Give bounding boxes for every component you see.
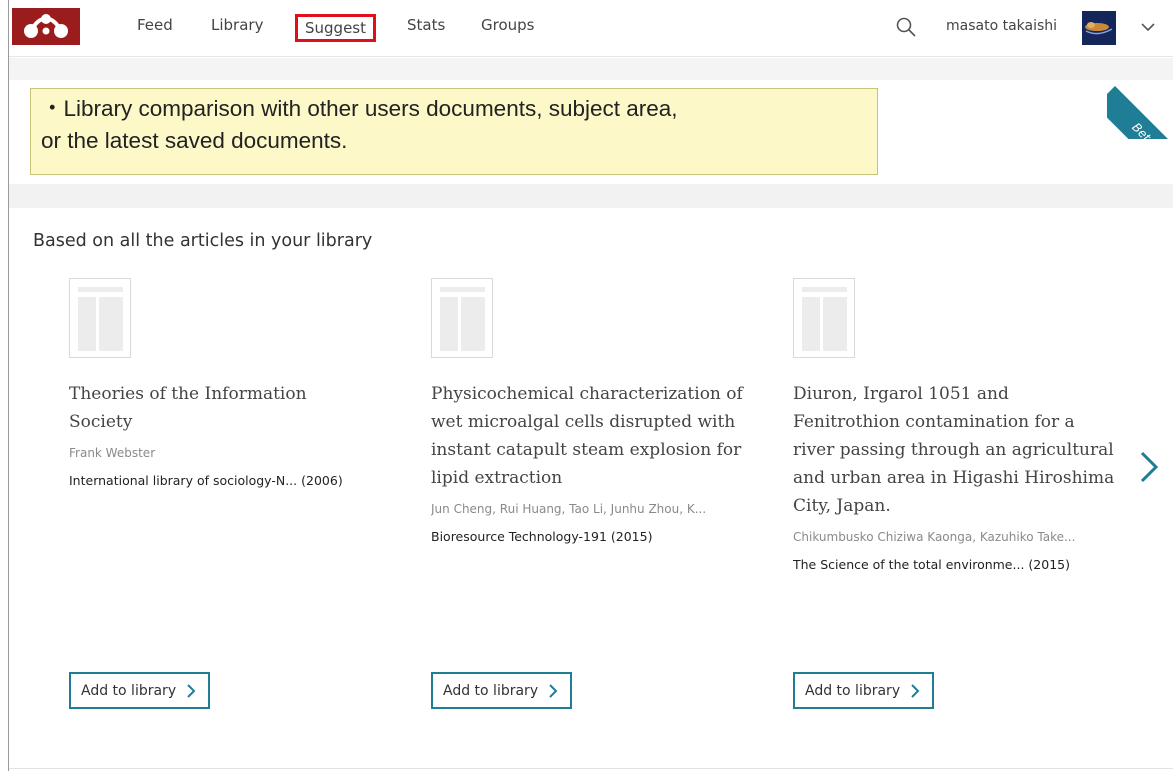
card-title[interactable]: Physicochemical characterization of wet … [431,380,767,492]
app-frame: Feed Library Suggest Stats Groups masato… [8,0,1173,771]
suggestion-card: Physicochemical characterization of wet … [431,278,771,718]
card-year: (2006) [301,473,343,488]
chevron-right-icon [187,683,196,698]
section-divider [9,184,1173,208]
document-thumbnail-icon[interactable] [793,278,855,358]
nav-feed[interactable]: Feed [137,16,173,34]
document-thumbnail-icon[interactable] [431,278,493,358]
card-publication-row: International library of sociology-N... … [69,472,359,490]
next-suggestions-chevron-right-icon[interactable] [1137,450,1161,484]
card-title[interactable]: Theories of the Information Society [69,380,359,436]
nav-stats[interactable]: Stats [407,16,445,34]
avatar-image [1082,11,1116,45]
suggestion-card: Diuron, Irgarol 1051 and Fenitrothion co… [793,278,1133,718]
add-to-library-label: Add to library [805,682,901,699]
mendeley-logo-mark [24,13,68,38]
chevron-right-icon [549,683,558,698]
mendeley-logo[interactable] [12,8,80,45]
add-to-library-button[interactable]: Add to library [69,672,211,709]
annotation-callout: ・Library comparison with other users doc… [30,88,878,175]
add-to-library-button[interactable]: Add to library [431,672,573,709]
card-text: Diuron, Irgarol 1051 and Fenitrothion co… [793,380,1119,574]
add-to-library-button[interactable]: Add to library [793,672,935,709]
card-publication-row: Bioresource Technology-191 (2015) [431,528,767,546]
header-band [9,58,1173,80]
card-publication: International library of sociology-N... [69,473,298,488]
card-year: (2015) [1028,557,1070,572]
search-icon[interactable] [895,16,917,38]
card-authors: Frank Webster [69,446,156,460]
avatar[interactable] [1082,11,1116,45]
suggestion-card: Theories of the Information Society Fran… [69,278,409,718]
chevron-down-icon[interactable] [1139,18,1157,36]
callout-line-1: ・Library comparison with other users doc… [41,96,678,121]
card-authors: Jun Cheng, Rui Huang, Tao Li, Junhu Zhou… [431,502,707,516]
card-publication-row: The Science of the total environme... (2… [793,556,1119,574]
beta-label: Beta [1107,86,1173,139]
nav-library[interactable]: Library [211,16,263,34]
card-authors: Chikumbusko Chiziwa Kaonga, Kazuhiko Tak… [793,530,1076,544]
card-title[interactable]: Diuron, Irgarol 1051 and Fenitrothion co… [793,380,1119,520]
nav-suggest[interactable]: Suggest [295,14,376,42]
card-year: (2015) [610,529,653,544]
beta-ribbon: Beta [1107,72,1173,139]
callout-line-2: or the latest saved documents. [41,128,348,153]
card-publication: Bioresource Technology-191 [431,529,607,544]
section-title: Based on all the articles in your librar… [33,231,373,251]
nav-groups[interactable]: Groups [481,16,534,34]
chevron-right-icon [911,683,920,698]
add-to-library-label: Add to library [81,682,177,699]
top-navigation: Feed Library Suggest Stats Groups masato… [9,0,1173,57]
card-text: Theories of the Information Society Fran… [69,380,359,490]
bottom-divider [9,768,1173,769]
card-text: Physicochemical characterization of wet … [431,380,767,546]
add-to-library-label: Add to library [443,682,539,699]
card-publication: The Science of the total environme... [793,557,1025,572]
document-thumbnail-icon[interactable] [69,278,131,358]
user-name[interactable]: masato takaishi [946,18,1057,34]
